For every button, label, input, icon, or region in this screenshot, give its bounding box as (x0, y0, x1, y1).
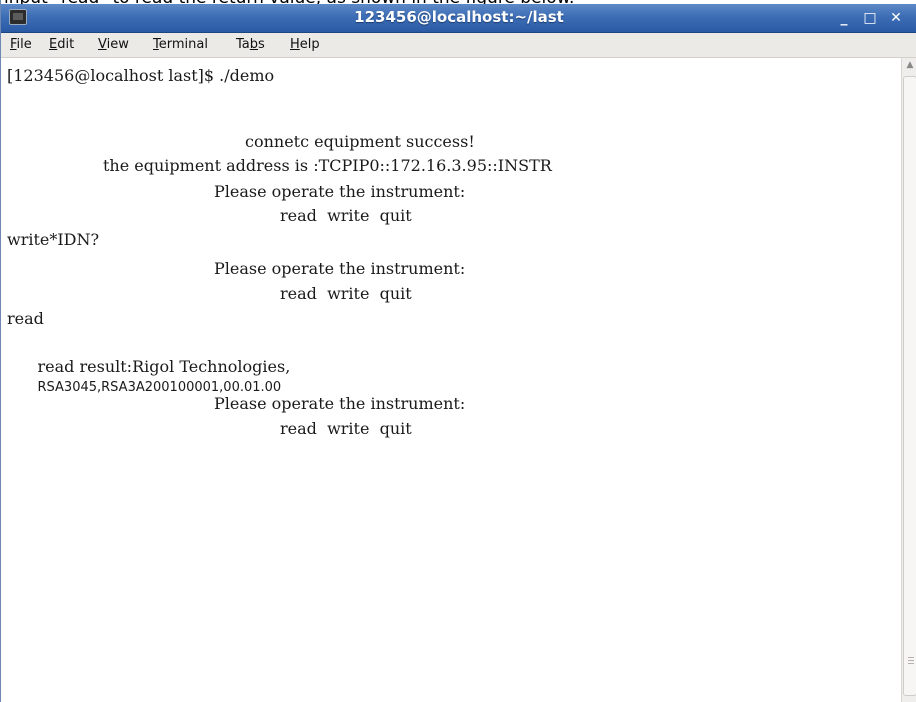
terminal-output[interactable]: [123456@localhost last]$ ./demo connetc … (2, 58, 901, 702)
menu-terminal[interactable]: Terminal (153, 37, 208, 52)
terminal-line: connetc equipment success! (245, 132, 475, 151)
menu-tabs[interactable]: Tabs (236, 37, 265, 52)
terminal-line: Please operate the instrument: (214, 259, 466, 278)
minimize-button[interactable]: _ (833, 8, 855, 28)
scroll-up-arrow-icon[interactable]: ▲ (904, 60, 916, 74)
scroll-thumb[interactable] (903, 76, 916, 696)
terminal-line: read write quit (280, 419, 412, 438)
terminal-line: [123456@localhost last]$ ./demo (7, 66, 275, 85)
terminal-line: read write quit (280, 284, 412, 303)
terminal-line: read (7, 309, 44, 328)
terminal-line: read write quit (280, 206, 412, 225)
terminal-line: write*IDN? (7, 230, 100, 249)
menu-edit[interactable]: Edit (49, 37, 74, 52)
grip-line (908, 660, 914, 661)
menu-help[interactable]: Help (290, 37, 320, 52)
title-bar[interactable]: 123456@localhost:~/last _ □ ✕ (1, 4, 916, 33)
grip-line (908, 657, 914, 658)
result-prefix: read result:Rigol Technologies, (37, 357, 291, 376)
close-button[interactable]: ✕ (885, 8, 907, 28)
menu-file[interactable]: File (10, 37, 32, 52)
terminal-line: Please operate the instrument: (214, 394, 466, 413)
result-value: RSA3045,RSA3A200100001,00.01.00 (37, 380, 282, 395)
window-title: 123456@localhost:~/last (354, 8, 564, 26)
terminal-line: Please operate the instrument: (214, 182, 466, 201)
terminal-window: 123456@localhost:~/last _ □ ✕ File Edit … (0, 0, 916, 702)
menu-view[interactable]: View (98, 37, 129, 52)
scrollbar[interactable]: ▲ (901, 58, 916, 702)
maximize-button[interactable]: □ (859, 8, 881, 28)
terminal-line: the equipment address is :TCPIP0::172.16… (103, 156, 552, 175)
menu-bar: File Edit View Terminal Tabs Help (1, 33, 916, 58)
grip-line (908, 663, 914, 664)
